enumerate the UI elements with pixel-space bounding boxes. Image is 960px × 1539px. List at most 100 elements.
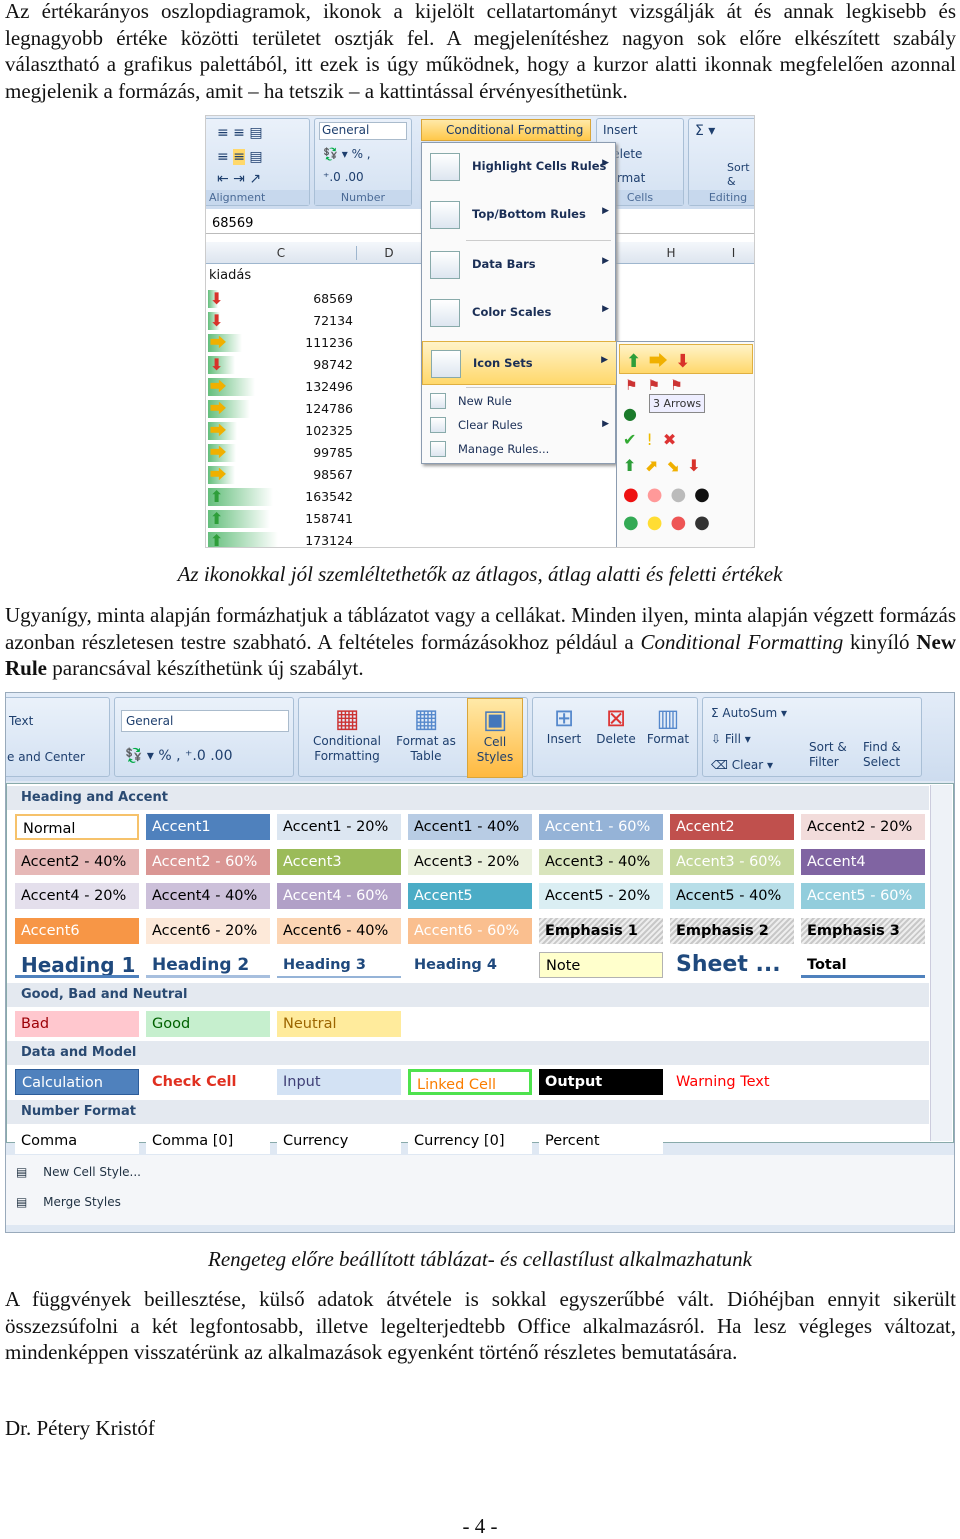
cell-style-swatch[interactable]: Heading 2 — [146, 952, 270, 978]
wrap-text-button[interactable]: Text — [9, 714, 33, 728]
format-button[interactable]: ▥ Format — [643, 704, 693, 746]
3-arrows-option[interactable]: ⬆⮕⬇ — [619, 344, 753, 374]
cell-style-swatch[interactable]: Accent1 - 60% — [539, 814, 663, 840]
cell-style-swatch[interactable]: Heading 1 — [15, 952, 139, 978]
cell-style-swatch[interactable]: Accent1 — [146, 814, 270, 840]
cell-style-swatch[interactable]: Accent5 - 40% — [670, 883, 794, 909]
cell-style-swatch[interactable]: Currency [0] — [408, 1127, 532, 1154]
data-row[interactable]: ⬇ 68569 — [206, 288, 356, 310]
cell-style-swatch[interactable]: Accent2 - 20% — [801, 814, 925, 840]
cell-style-swatch[interactable]: Accent3 - 40% — [539, 848, 663, 875]
traffic-lights-option[interactable]: ● — [623, 404, 637, 423]
cell-style-swatch[interactable]: Accent5 — [408, 883, 532, 909]
column-header-i[interactable]: I — [711, 246, 754, 260]
cell-style-swatch[interactable]: Accent1 - 40% — [408, 814, 532, 840]
merge-styles-item[interactable]: ▤ Merge Styles — [16, 1195, 121, 1209]
cell-style-swatch[interactable]: Calculation — [15, 1069, 139, 1095]
cell-style-swatch[interactable]: Accent6 - 40% — [277, 917, 401, 944]
cell-style-swatch[interactable]: Accent2 - 40% — [15, 848, 139, 875]
cell-style-swatch[interactable]: Normal — [15, 814, 139, 840]
cell-style-swatch[interactable]: Accent4 - 20% — [15, 883, 139, 909]
data-row[interactable]: ⬆ 163542 — [206, 486, 356, 508]
menu-item[interactable]: Icon Sets ▶ — [422, 341, 617, 385]
cell-style-swatch[interactable]: Accent3 - 60% — [670, 848, 794, 875]
menu-item[interactable]: New Rule — [422, 389, 617, 413]
autosum-button[interactable]: Σ AutoSum ▾ — [711, 706, 787, 720]
cell-style-swatch[interactable]: Note — [539, 952, 663, 978]
data-row[interactable]: ⮕ 102325 — [206, 420, 356, 442]
column-header-d[interactable]: D — [356, 246, 421, 260]
cell-style-swatch[interactable]: Comma [0] — [146, 1127, 270, 1154]
delete-button[interactable]: ⊠ Delete — [591, 704, 641, 746]
cell-style-swatch[interactable]: Emphasis 2 — [670, 917, 794, 944]
flags-option[interactable]: ⚑⚑⚑ — [625, 378, 693, 394]
cell-style-swatch[interactable]: Accent3 — [277, 848, 401, 875]
sort-filter-button[interactable]: Sort & Filter — [809, 706, 855, 770]
cell-style-swatch[interactable]: Accent6 - 20% — [146, 917, 270, 944]
number-format-select[interactable]: General — [121, 710, 289, 732]
cell-style-swatch[interactable]: Sheet ... — [670, 952, 794, 978]
cell-style-swatch[interactable]: Accent2 — [670, 814, 794, 840]
format-as-table-button[interactable]: ▦ Format as Table — [391, 704, 461, 764]
cell-style-swatch[interactable]: Accent4 - 40% — [146, 883, 270, 909]
sum-icon[interactable]: Σ ▾ — [695, 123, 715, 139]
conditional-formatting-button[interactable]: ▦ Conditional Formatting — [307, 704, 387, 764]
menu-item[interactable]: Highlight Cells Rules ▶ — [422, 145, 617, 189]
new-cell-style-item[interactable]: ▤ New Cell Style... — [16, 1165, 141, 1179]
cell-style-swatch[interactable]: Currency — [277, 1127, 401, 1154]
cell-style-swatch[interactable]: Neutral — [277, 1010, 401, 1037]
cell-style-swatch[interactable]: Comma — [15, 1127, 139, 1154]
menu-item[interactable]: Manage Rules... — [422, 437, 617, 461]
cell-style-swatch[interactable]: Check Cell — [146, 1069, 270, 1095]
insert-button[interactable]: Insert — [603, 123, 637, 137]
gallery-scrollbar[interactable] — [930, 785, 952, 1141]
cell-style-swatch[interactable]: Accent4 - 60% — [277, 883, 401, 909]
data-row[interactable]: ⮕ 98567 — [206, 464, 356, 486]
cell-style-swatch[interactable]: Heading 3 — [277, 952, 401, 978]
data-row[interactable]: ⬇ 72134 — [206, 310, 356, 332]
cell-style-swatch[interactable]: Accent6 — [15, 917, 139, 944]
data-row[interactable]: ⮕ 99785 — [206, 442, 356, 464]
cell-style-swatch[interactable]: Accent5 - 20% — [539, 883, 663, 909]
insert-button[interactable]: ⊞ Insert — [539, 704, 589, 746]
cell-style-swatch[interactable]: Emphasis 1 — [539, 917, 663, 944]
symbols-option[interactable]: ✔!✖ — [623, 430, 686, 449]
cell-style-swatch[interactable]: Linked Cell — [408, 1069, 532, 1095]
cell-style-swatch[interactable]: Accent1 - 20% — [277, 814, 401, 840]
menu-item[interactable]: Data Bars ▶ — [422, 243, 617, 287]
cell-style-swatch[interactable]: Warning Text — [670, 1069, 794, 1095]
menu-item[interactable]: Color Scales ▶ — [422, 291, 617, 335]
number-format-select[interactable]: General — [319, 122, 407, 140]
data-row[interactable]: ⮕ 132496 — [206, 376, 356, 398]
data-row[interactable]: ⮕ 111236 — [206, 332, 356, 354]
merge-center-button[interactable]: e and Center — [7, 750, 85, 764]
red-to-black-option[interactable]: ●●●● — [623, 484, 718, 505]
find-select-button[interactable]: Find & Select — [863, 706, 913, 770]
fill-button[interactable]: ⇩ Fill ▾ — [711, 732, 751, 746]
conditional-formatting-button[interactable]: Conditional Formatting — [421, 119, 591, 141]
clear-button[interactable]: ⌫ Clear ▾ — [711, 758, 773, 772]
data-row[interactable]: ⬆ 158741 — [206, 508, 356, 530]
data-row[interactable]: ⮕ 124786 — [206, 398, 356, 420]
column-header-h[interactable]: H — [636, 246, 706, 260]
cell-style-swatch[interactable]: Accent6 - 60% — [408, 917, 532, 944]
column-header-c[interactable]: C — [206, 246, 356, 260]
traffic-lights-4-option[interactable]: ●●●● — [623, 512, 718, 533]
cell-style-swatch[interactable]: Heading 4 — [408, 952, 532, 978]
cell-style-swatch[interactable]: Total — [801, 952, 925, 978]
cell-style-swatch[interactable]: Output — [539, 1069, 663, 1095]
data-row[interactable]: ⬇ 98742 — [206, 354, 356, 376]
4-arrows-option[interactable]: ⬆⬈⬊⬇ — [623, 456, 709, 475]
menu-item[interactable]: Clear Rules ▶ — [422, 413, 617, 437]
cell-style-swatch[interactable]: Input — [277, 1069, 401, 1095]
cell-style-swatch[interactable]: Accent2 - 60% — [146, 848, 270, 875]
cell-styles-button[interactable]: ▣ Cell Styles — [467, 698, 523, 778]
cell-style-swatch[interactable]: Bad — [15, 1010, 139, 1037]
cell-style-swatch[interactable]: Accent4 — [801, 848, 925, 875]
cell-style-swatch[interactable]: Accent5 - 60% — [801, 883, 925, 909]
data-row[interactable]: ⬆ 173124 — [206, 530, 356, 547]
cell-style-swatch[interactable]: Percent — [539, 1127, 663, 1154]
cell-style-swatch[interactable]: Emphasis 3 — [801, 917, 925, 944]
menu-item[interactable]: Top/Bottom Rules ▶ — [422, 193, 617, 237]
number-format-buttons[interactable]: 💱 ▾ % , ⁺.0 .00 — [125, 748, 232, 764]
